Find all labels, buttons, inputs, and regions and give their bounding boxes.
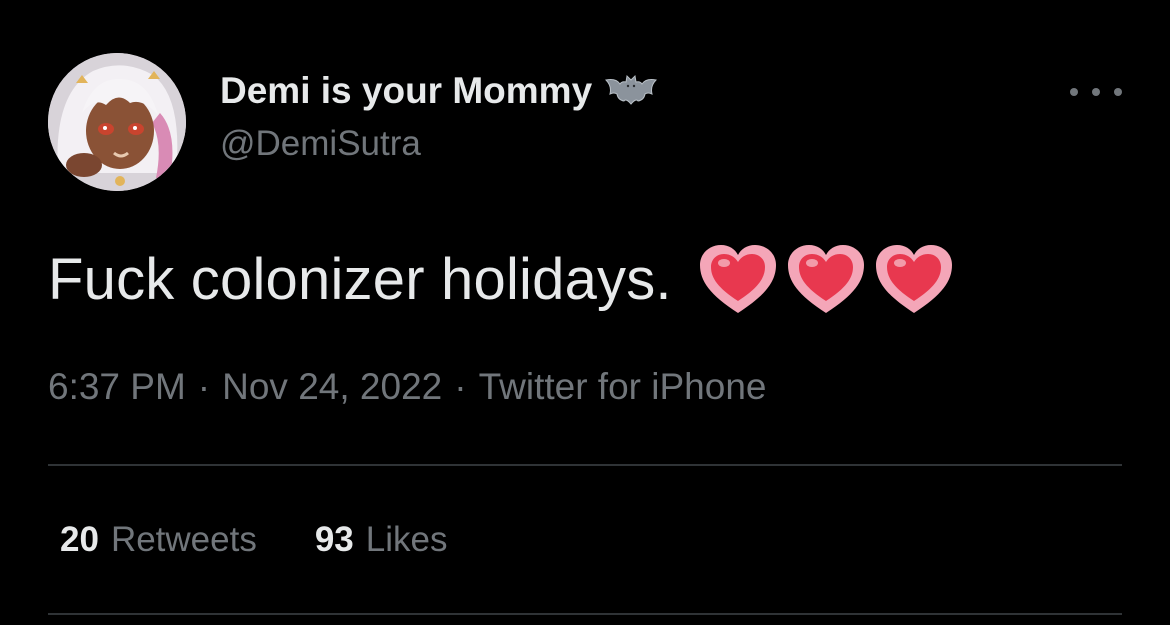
tweet-time[interactable]: 6:37 PM <box>48 366 186 408</box>
tweet-body: Fuck colonizer holidays. <box>48 240 962 318</box>
bat-icon <box>605 74 658 105</box>
tweet-text: Fuck colonizer holidays. <box>48 246 672 312</box>
tweet-stats: 20 Retweets 93 Likes <box>60 520 448 560</box>
retweets-stat[interactable]: 20 Retweets <box>60 520 257 560</box>
tweet-card: Demi is your Mommy @DemiSutra Fuck colon… <box>0 0 1170 625</box>
tweet-source-link[interactable]: Twitter for iPhone <box>479 366 767 408</box>
author-handle[interactable]: @DemiSutra <box>220 124 421 164</box>
likes-count: 93 <box>314 520 354 559</box>
author-name-row[interactable]: Demi is your Mommy <box>220 68 658 114</box>
divider <box>48 464 1122 466</box>
likes-label: Likes <box>365 520 448 559</box>
heart-icon <box>699 245 776 313</box>
tweet-date[interactable]: Nov 24, 2022 <box>222 366 442 408</box>
divider <box>48 613 1122 615</box>
tweet-emoji-group <box>698 243 962 315</box>
meta-separator: · <box>454 366 467 407</box>
heart-icon <box>787 245 864 313</box>
more-dots-icon <box>1070 88 1078 96</box>
avatar[interactable] <box>48 53 186 191</box>
likes-stat[interactable]: 93 Likes <box>315 520 448 560</box>
anime-avatar-icon <box>48 53 186 191</box>
tweet-meta: 6:37 PM · Nov 24, 2022 · Twitter for iPh… <box>48 366 766 408</box>
heart-icon <box>875 245 952 313</box>
more-dots-icon <box>1114 88 1122 96</box>
author-display-name[interactable]: Demi is your Mommy <box>220 70 592 112</box>
meta-separator: · <box>197 366 211 407</box>
more-options-button[interactable] <box>1070 80 1122 104</box>
retweets-count: 20 <box>60 520 99 559</box>
more-dots-icon <box>1092 88 1100 96</box>
retweets-label: Retweets <box>110 520 257 559</box>
